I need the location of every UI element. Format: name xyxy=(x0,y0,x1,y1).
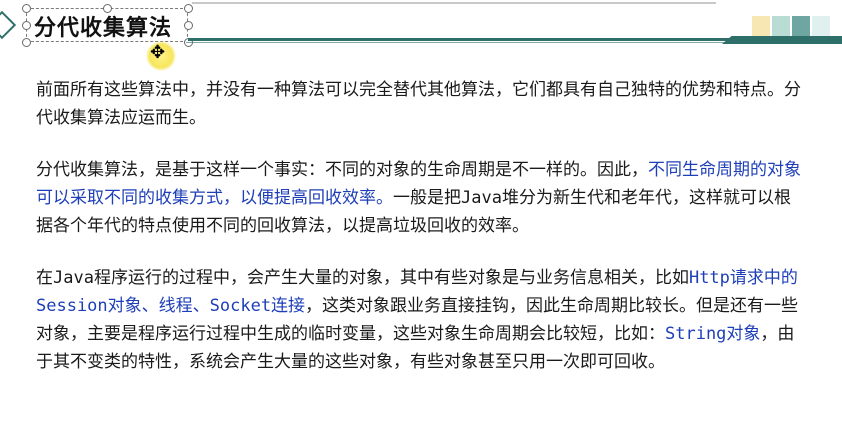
resize-handle[interactable] xyxy=(22,4,31,13)
paragraph-3-text-b: 程序运行的过程中，会产生大量的对象，其中有些对象是与业务信息相关，比如 xyxy=(93,268,689,288)
slide-canvas: 分代收集算法 前面所有这些算法中，并没有一种算法可以完全替代其他算法，它们都具有… xyxy=(0,0,842,448)
paragraph-2-text-a: 分代收集算法，是基于这样一个事实：不同的对象的生命周期是不一样的。因此， xyxy=(36,160,648,180)
paragraph-2: 分代收集算法，是基于这样一个事实：不同的对象的生命周期是不一样的。因此，不同生命… xyxy=(36,156,806,240)
paragraph-2-text-b: 一般是把 xyxy=(393,188,461,208)
color-swatches xyxy=(752,16,832,36)
header-tab-shape xyxy=(722,36,842,44)
swatch-yellow xyxy=(752,16,770,36)
swatch-mint xyxy=(772,16,790,36)
slide-body[interactable]: 前面所有这些算法中，并没有一种算法可以完全替代其他算法，它们都具有自己独特的优势… xyxy=(36,76,806,400)
paragraph-3-text-a: 在 xyxy=(36,268,53,288)
paragraph-3-java: Java xyxy=(53,268,94,288)
paragraph-1: 前面所有这些算法中，并没有一种算法可以完全替代其他算法，它们都具有自己独特的优势… xyxy=(36,76,806,132)
resize-handle[interactable] xyxy=(22,21,31,30)
paragraph-1-text: 前面所有这些算法中，并没有一种算法可以完全替代其他算法，它们都具有自己独特的优势… xyxy=(36,80,801,128)
slide-title[interactable]: 分代收集算法 xyxy=(34,10,172,42)
resize-handle[interactable] xyxy=(184,4,193,13)
resize-handle[interactable] xyxy=(22,38,31,47)
swatch-light xyxy=(812,16,830,36)
top-divider xyxy=(192,2,716,4)
paragraph-3: 在Java程序运行的过程中，会产生大量的对象，其中有些对象是与业务信息相关，比如… xyxy=(36,264,806,376)
diamond-icon xyxy=(0,10,17,40)
move-cursor-icon: ✥ xyxy=(150,42,166,63)
resize-handle[interactable] xyxy=(184,21,193,30)
paragraph-2-java: Java xyxy=(461,188,502,208)
swatch-teal xyxy=(792,16,810,36)
paragraph-3-highlight-2: String对象 xyxy=(665,324,761,344)
